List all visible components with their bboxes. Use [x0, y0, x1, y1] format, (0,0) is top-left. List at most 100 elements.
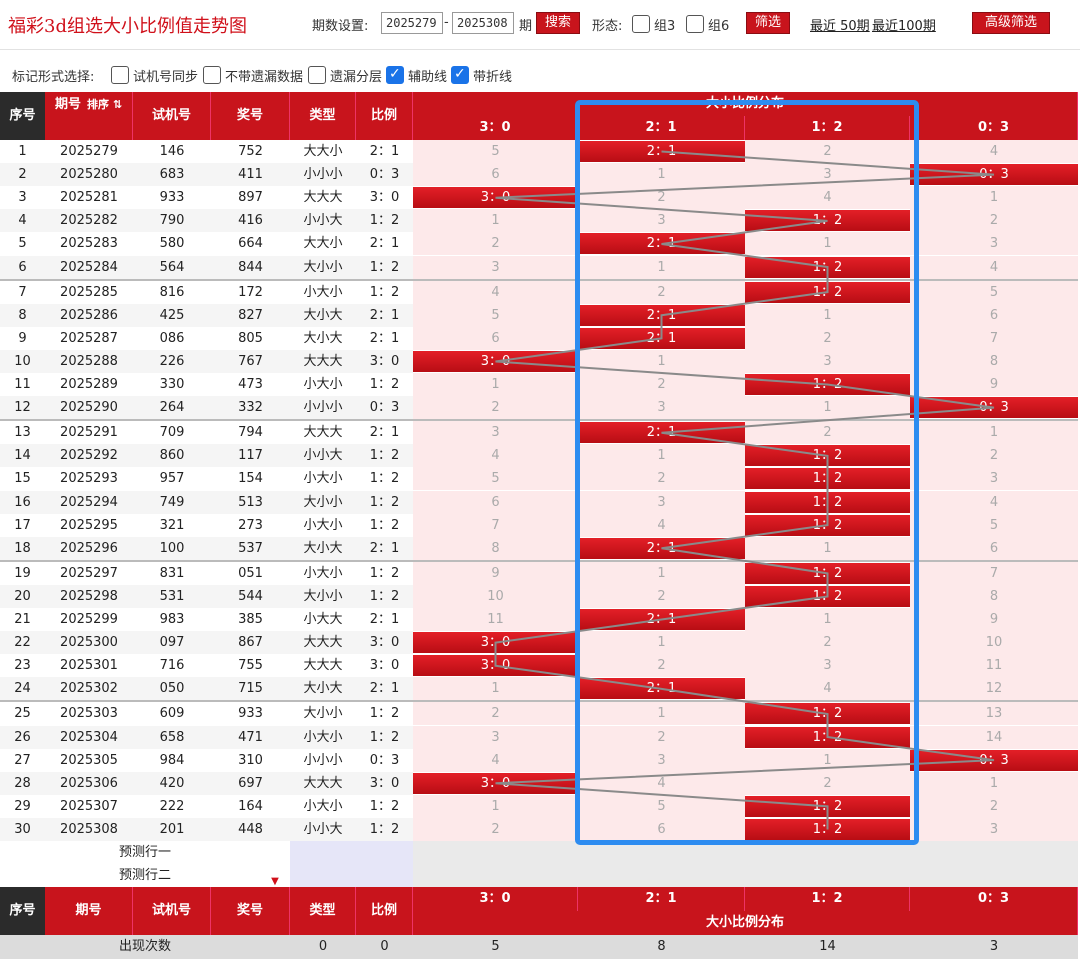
header-ratio-col: 1：2: [745, 116, 910, 140]
row-trial: 564: [133, 255, 211, 279]
row-ratio: 2：1: [356, 421, 413, 445]
footer-trial: 试机号: [133, 887, 211, 935]
miss-cell: 4: [910, 140, 1078, 164]
row-type: 小小大: [290, 444, 356, 468]
footer-period: 期号: [45, 887, 133, 935]
row-seq: 27: [0, 748, 45, 772]
predict-row-2-area[interactable]: [413, 864, 1078, 887]
row-prize: 416: [211, 209, 290, 233]
row-trial: 860: [133, 444, 211, 468]
row-ratio: 1：2: [356, 561, 413, 585]
hit-cell: 3：0: [413, 632, 578, 654]
miss-cell: 1: [745, 748, 910, 772]
row-seq: 8: [0, 303, 45, 327]
row-ratio: 1：2: [356, 209, 413, 233]
row-type: 小小小: [290, 163, 356, 187]
row-seq: 11: [0, 373, 45, 397]
period-to-input[interactable]: [452, 12, 514, 34]
trial-sync-checkbox[interactable]: [111, 66, 129, 84]
row-period: 2025283: [45, 232, 133, 256]
footer-distribution: 大小比例分布: [413, 911, 1078, 935]
miss-cell: 11: [910, 654, 1078, 678]
row-period: 2025281: [45, 186, 133, 210]
filter-button[interactable]: 筛选: [746, 12, 790, 34]
row-prize: 767: [211, 349, 290, 373]
miss-cell: 5: [413, 467, 578, 491]
row-type: 大大大: [290, 771, 356, 795]
row-seq: 26: [0, 725, 45, 749]
header-seq: 序号: [0, 92, 45, 140]
group3-checkbox[interactable]: [632, 15, 650, 33]
predict-row-2-input[interactable]: [290, 864, 413, 887]
miss-cell: 4: [745, 186, 910, 210]
group6-checkbox[interactable]: [686, 15, 704, 33]
hit-cell: 1：2: [745, 585, 910, 607]
row-period: 2025292: [45, 444, 133, 468]
hit-cell: 1：2: [745, 795, 910, 817]
row-ratio: 1：2: [356, 280, 413, 304]
group6-label: 组6: [708, 19, 730, 34]
row-trial: 609: [133, 702, 211, 726]
row-seq: 30: [0, 817, 45, 841]
miss-cell: 1: [578, 444, 745, 468]
row-type: 小大小: [290, 561, 356, 585]
row-ratio: 2：1: [356, 608, 413, 632]
row-seq: 23: [0, 654, 45, 678]
search-button[interactable]: 搜索: [536, 12, 580, 34]
miss-cell: 4: [910, 255, 1078, 279]
header-type: 类型: [290, 92, 356, 140]
hit-cell: 2：1: [578, 141, 745, 163]
row-trial: 816: [133, 280, 211, 304]
miss-cell: 2: [745, 421, 910, 445]
miss-cell: 2: [578, 584, 745, 608]
row-prize: 164: [211, 794, 290, 818]
row-type: 小小小: [290, 396, 356, 420]
header-trial: 试机号: [133, 92, 211, 140]
row-prize: 844: [211, 255, 290, 279]
row-prize: 448: [211, 817, 290, 841]
row-seq: 4: [0, 209, 45, 233]
miss-cell: 2: [578, 654, 745, 678]
period-from-input[interactable]: [381, 12, 443, 34]
miss-cell: 2: [413, 702, 578, 726]
advanced-filter-button[interactable]: 高级筛选: [972, 12, 1050, 34]
count-value: 5: [413, 935, 578, 959]
header-period[interactable]: 期号 排序 ⇅: [45, 92, 133, 140]
count-ratio: 0: [356, 935, 413, 959]
mark-options-bar: 标记形式选择: 试机号同步 不带遗漏数据 遗漏分层 辅助线 带折线: [0, 58, 1080, 90]
row-type: 大小大: [290, 677, 356, 701]
row-type: 小小大: [290, 209, 356, 233]
row-prize: 755: [211, 654, 290, 678]
predict-row-1-input[interactable]: [290, 841, 413, 864]
predict-row-1-area[interactable]: [413, 841, 1078, 864]
aux-line-checkbox[interactable]: [386, 66, 404, 84]
miss-layer-checkbox[interactable]: [308, 66, 326, 84]
row-prize: 411: [211, 163, 290, 187]
row-prize: 867: [211, 631, 290, 655]
miss-cell: 7: [910, 326, 1078, 350]
recent-50-link[interactable]: 最近 50期: [810, 15, 870, 34]
row-trial: 100: [133, 536, 211, 560]
row-type: 大小小: [290, 490, 356, 514]
miss-cell: 1: [413, 794, 578, 818]
polyline-checkbox[interactable]: [451, 66, 469, 84]
hit-cell: 2：1: [578, 233, 745, 255]
row-trial: 264: [133, 396, 211, 420]
miss-cell: 14: [910, 725, 1078, 749]
miss-cell: 10: [910, 631, 1078, 655]
group-separator: [0, 278, 1078, 281]
count-label: 出现次数: [0, 935, 290, 959]
row-trial: 683: [133, 163, 211, 187]
row-period: 2025290: [45, 396, 133, 420]
miss-cell: 3: [745, 654, 910, 678]
period-unit: 期: [519, 19, 533, 34]
row-seq: 15: [0, 467, 45, 491]
miss-cell: 6: [413, 490, 578, 514]
miss-cell: 4: [413, 748, 578, 772]
row-seq: 16: [0, 490, 45, 514]
sort-icon[interactable]: 排序 ⇅: [87, 98, 122, 111]
recent-100-link[interactable]: 最近100期: [872, 15, 936, 34]
miss-cell: 2: [910, 209, 1078, 233]
no-miss-data-checkbox[interactable]: [203, 66, 221, 84]
miss-cell: 1: [745, 608, 910, 632]
